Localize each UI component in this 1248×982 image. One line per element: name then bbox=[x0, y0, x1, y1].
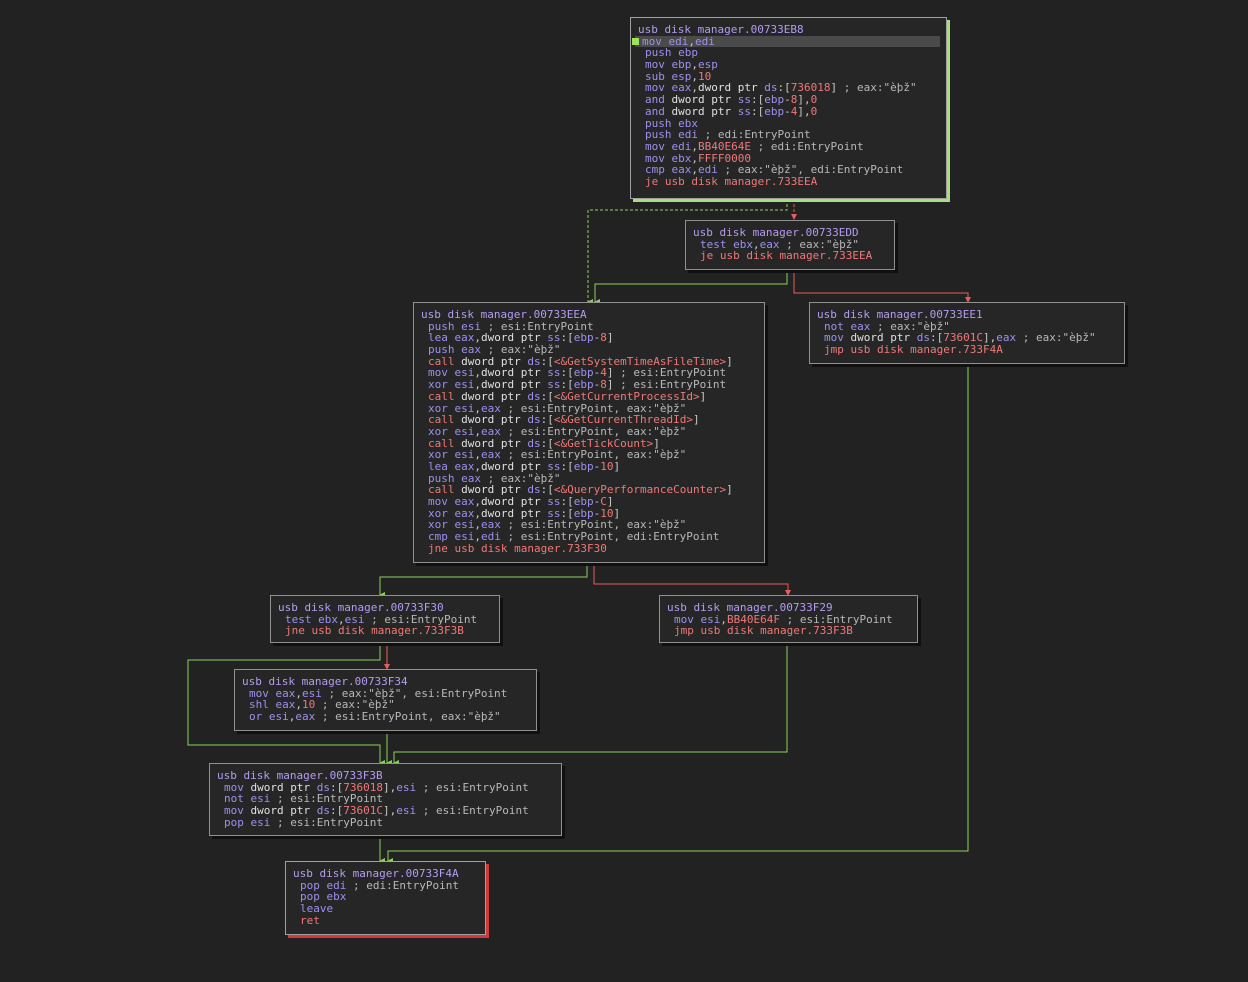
block-00733F3B[interactable]: usb disk manager.00733F3B mov dword ptr d… bbox=[209, 763, 562, 836]
block-00733F34[interactable]: usb disk manager.00733F34 mov eax,esi ; e… bbox=[234, 669, 537, 731]
edge-b1-b3 bbox=[793, 270, 971, 303]
instruction-line[interactable]: or esi,eax ; esi:EntryPoint, eax:"èþž" bbox=[242, 711, 530, 723]
block-00733EEA[interactable]: usb disk manager.00733EEA push esi ; esi:… bbox=[413, 302, 765, 563]
edge-b1-b2 bbox=[594, 270, 788, 305]
block-00733F30[interactable]: usb disk manager.00733F30 test ebx,esi ; … bbox=[270, 595, 500, 643]
instruction-line[interactable]: pop esi ; esi:EntryPoint bbox=[217, 816, 555, 829]
edge-b2-b5 bbox=[593, 563, 791, 596]
instruction-line[interactable]: jne usb disk manager.733F30 bbox=[421, 542, 758, 555]
edge-b2-b4 bbox=[379, 563, 588, 598]
instruction-line[interactable]: ret bbox=[293, 914, 479, 927]
instruction-line[interactable]: jmp usb disk manager.733F4A bbox=[817, 344, 1118, 356]
block-00733EB8[interactable]: usb disk manager.00733EB8 mov edi,edi push… bbox=[630, 17, 947, 199]
block-00733EE1[interactable]: usb disk manager.00733EE1 not eax ; eax:"… bbox=[809, 302, 1125, 364]
block-00733EDD[interactable]: usb disk manager.00733EDD test ebx,eax ; … bbox=[685, 220, 895, 270]
current-instruction-marker bbox=[632, 37, 639, 45]
instruction-line[interactable]: jmp usb disk manager.733F3B bbox=[667, 625, 911, 637]
block-00733F4A[interactable]: usb disk manager.00733F4A pop edi ; edi:E… bbox=[285, 861, 486, 935]
instruction-line[interactable]: je usb disk manager.733EEA bbox=[693, 250, 888, 262]
instruction-line[interactable]: leave bbox=[293, 903, 479, 915]
instruction-line[interactable]: jne usb disk manager.733F3B bbox=[278, 625, 493, 637]
block-00733F29[interactable]: usb disk manager.00733F29 mov esi,BB40E64… bbox=[659, 595, 918, 643]
instruction-line[interactable]: je usb disk manager.733EEA bbox=[638, 176, 940, 188]
